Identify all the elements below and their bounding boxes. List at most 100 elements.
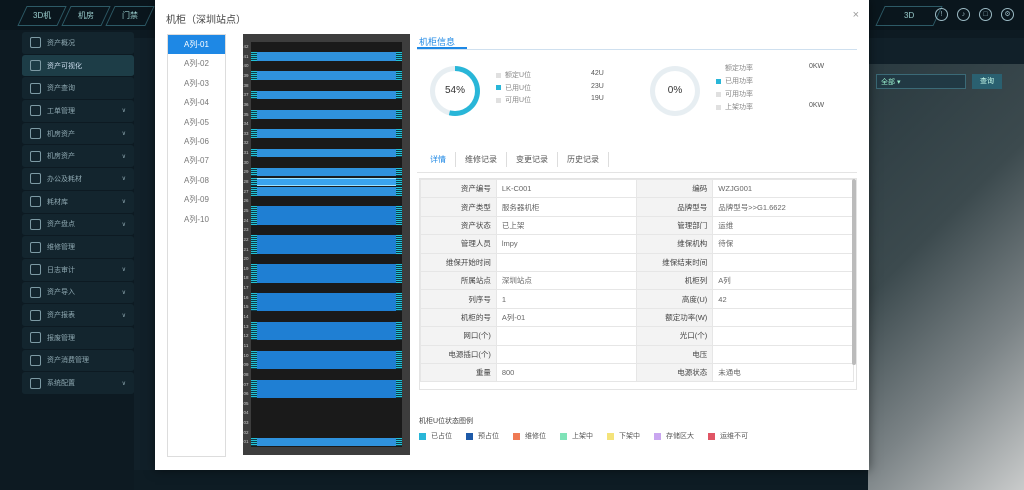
power-usage-gauge: 0% — [650, 66, 700, 116]
top-tab-3d[interactable]: 3D机 — [17, 6, 67, 26]
rack-unit-device[interactable] — [251, 110, 402, 119]
rack-list-item[interactable]: A列-09 — [168, 190, 225, 209]
u-number: 20 — [243, 256, 249, 262]
chevron-down-icon: ∨ — [121, 312, 126, 319]
detail-value — [712, 252, 854, 272]
rack-list-item[interactable]: A列-05 — [168, 113, 225, 132]
detail-value: 深圳站点 — [495, 270, 638, 291]
rack-unit-device[interactable] — [251, 129, 402, 138]
chevron-down-icon: ∨ — [121, 267, 126, 274]
rack-list-item[interactable]: A列-04 — [168, 93, 225, 112]
3d-room-view[interactable] — [868, 64, 1024, 490]
detail-value: 未通电 — [712, 362, 854, 383]
sidebar-item-label: 资产报表 — [47, 312, 75, 320]
tab-history[interactable]: 历史记录 — [558, 152, 609, 167]
rack-unit-device[interactable] — [251, 148, 402, 158]
sidebar-item[interactable]: 耗材库 ∨ — [22, 190, 134, 214]
menu-icon — [30, 332, 41, 344]
sidebar-item[interactable]: 资产报表 ∨ — [22, 304, 134, 327]
sidebar-item-label: 资产盘点 — [47, 221, 75, 229]
detail-value: 800 — [495, 362, 638, 383]
status-legend-item: 已占位 — [419, 431, 452, 441]
chevron-down-icon: ∨ — [121, 153, 126, 160]
detail-key: 品牌型号 — [636, 197, 714, 217]
rack-unit-device[interactable] — [251, 293, 402, 312]
sidebar-item[interactable]: 系统配置 ∨ — [22, 372, 134, 395]
sidebar-item[interactable]: 资产查询 — [22, 77, 134, 101]
sidebar-item[interactable]: 维修管理 — [22, 236, 134, 259]
sidebar-item[interactable]: 机房资产 ∨ — [22, 145, 134, 169]
sidebar-item-label: 资产概况 — [47, 39, 75, 47]
rack-unit-device[interactable] — [251, 380, 402, 399]
rack-list-item[interactable]: A列-07 — [168, 151, 225, 170]
chevron-down-icon: ∨ — [121, 176, 126, 183]
rack-unit-device[interactable] — [251, 71, 402, 81]
detail-key: 额定功率(W) — [636, 307, 714, 328]
u-number: 03 — [243, 420, 249, 426]
sidebar-item[interactable]: 资产概况 — [22, 32, 134, 55]
rack-rail — [396, 167, 402, 177]
u-number: 18 — [243, 275, 249, 281]
u-number: 19 — [243, 265, 249, 271]
u-number: 24 — [243, 217, 249, 223]
sidebar-item[interactable]: 日志审计 ∨ — [22, 258, 134, 282]
sidebar-item[interactable]: 报废管理 — [22, 326, 134, 350]
top-tab-door[interactable]: 门禁 — [105, 6, 155, 26]
fullscreen-icon[interactable]: □ — [979, 8, 992, 21]
tab-details[interactable]: 详情 — [421, 152, 456, 167]
rack-unit-device[interactable] — [251, 90, 402, 100]
rack-unit-device[interactable] — [251, 52, 402, 61]
close-icon[interactable]: × — [853, 9, 859, 21]
detail-key: 管理人员 — [420, 234, 497, 254]
filter-select[interactable]: 全部 ▾ — [876, 74, 966, 89]
rack-list-item[interactable]: A列-10 — [168, 210, 225, 229]
rack-unit-device[interactable] — [251, 322, 402, 341]
sidebar-item[interactable]: 资产可视化 — [22, 54, 134, 78]
query-button[interactable]: 查询 — [972, 74, 1002, 89]
tab-change[interactable]: 变更记录 — [507, 152, 558, 167]
detail-value — [495, 326, 638, 346]
status-legend-label: 下架中 — [619, 433, 640, 440]
rack-rail — [251, 235, 257, 254]
rack-unit-device[interactable] — [251, 177, 402, 187]
sidebar-item[interactable]: 办公及耗材 ∨ — [22, 168, 134, 191]
rack-list-item[interactable]: A列-06 — [168, 132, 225, 151]
u-number: 14 — [243, 314, 249, 319]
u-number: 25 — [243, 207, 249, 213]
rack-rail — [251, 167, 257, 177]
rack-rail — [396, 264, 402, 283]
sidebar-item[interactable]: 资产消费管理 — [22, 349, 134, 373]
sidebar-item[interactable]: 工单管理 ∨ — [22, 100, 134, 123]
status-legend-title: 机柜U位状态图例 — [419, 418, 474, 425]
rack-unit-device[interactable] — [251, 264, 402, 283]
usage-legend-value: 23U — [591, 82, 604, 90]
sidebar-item[interactable]: 资产盘点 ∨ — [22, 213, 134, 237]
rack-list-item[interactable]: A列-03 — [168, 74, 225, 93]
rack-unit-device[interactable] — [251, 206, 402, 225]
rack-unit-device[interactable] — [251, 437, 402, 447]
rack-unit-device[interactable] — [251, 167, 402, 177]
sidebar-item[interactable]: 资产导入 ∨ — [22, 281, 134, 305]
tab-repair[interactable]: 维修记录 — [456, 152, 507, 167]
volume-icon[interactable]: ♪ — [957, 8, 970, 21]
rack-list-item[interactable]: A列-01 — [168, 35, 225, 55]
menu-icon — [30, 354, 41, 366]
rack-rail — [396, 206, 402, 225]
space-usage-percent: 54% — [435, 71, 475, 111]
top-tab-3d-right[interactable]: 3D — [875, 6, 943, 26]
top-tab-room[interactable]: 机房 — [61, 6, 111, 26]
info-icon[interactable]: ! — [935, 8, 948, 21]
rack-rail — [396, 293, 402, 312]
detail-scrollbar[interactable] — [852, 179, 856, 365]
sidebar-item[interactable]: 机房资产 ∨ — [22, 122, 134, 146]
status-legend-label: 上架中 — [572, 433, 593, 440]
settings-icon[interactable]: ⚙ — [1001, 8, 1014, 21]
rack-list-item[interactable]: A列-08 — [168, 171, 225, 190]
rack-unit-device[interactable] — [251, 235, 402, 254]
legend-swatch — [716, 65, 721, 71]
table-row: 列序号 1 高度(U) 42 — [420, 289, 854, 309]
detail-value — [712, 307, 854, 328]
rack-list-item[interactable]: A列-02 — [168, 54, 225, 73]
rack-unit-device[interactable] — [251, 351, 402, 370]
rack-unit-device[interactable] — [251, 187, 402, 196]
